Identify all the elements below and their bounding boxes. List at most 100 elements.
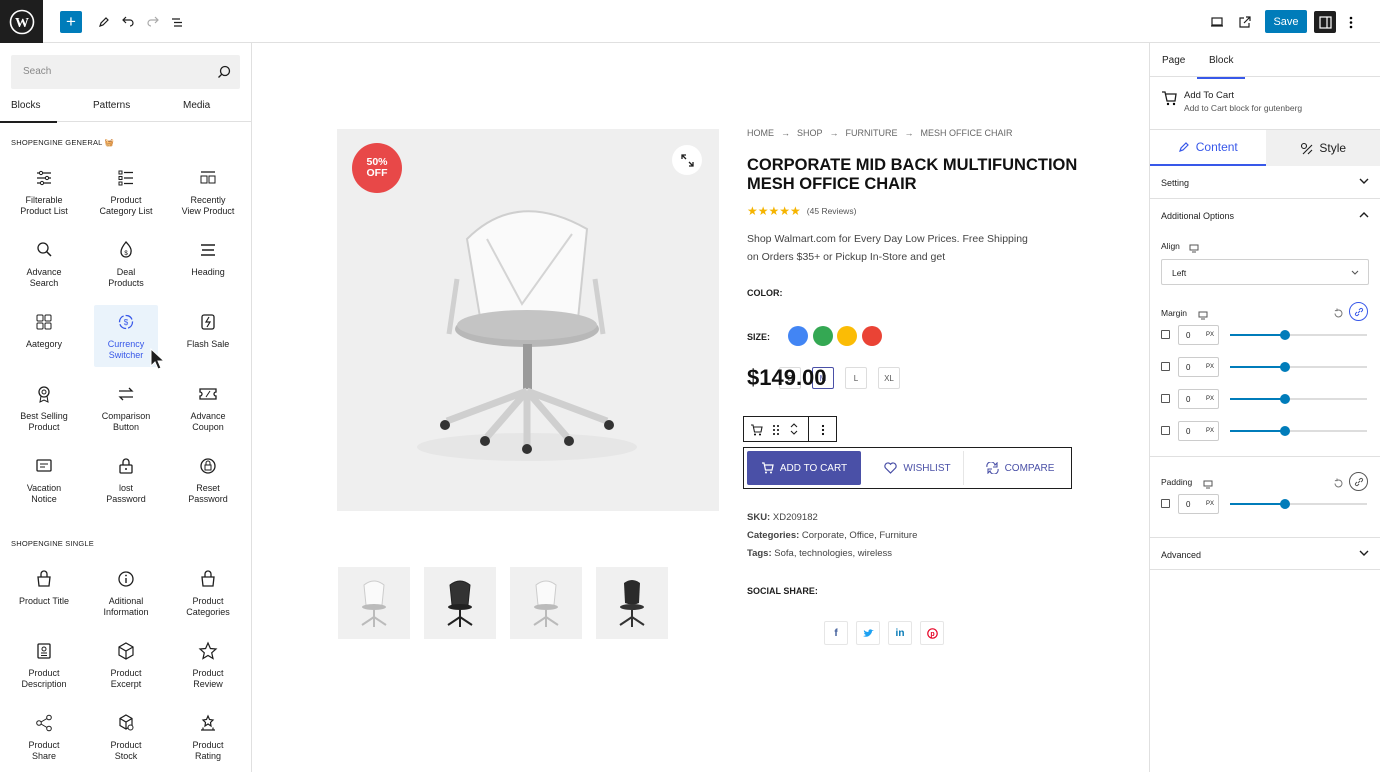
block-item-lost-password[interactable]: lost Password: [94, 449, 158, 511]
breadcrumb-home[interactable]: HOME: [747, 128, 774, 138]
margin-slider[interactable]: [1230, 330, 1367, 340]
search-icon[interactable]: [217, 65, 231, 79]
block-item-product-title[interactable]: Product Title: [12, 562, 76, 624]
margin-side-checkbox[interactable]: [1161, 362, 1170, 371]
reset-icon[interactable]: [1333, 306, 1344, 324]
settings-panel-icon[interactable]: [1314, 11, 1336, 33]
block-item-flash-sale[interactable]: Flash Sale: [176, 305, 240, 367]
slider-thumb[interactable]: [1279, 362, 1290, 372]
additional-options-toggle[interactable]: Additional Options: [1150, 199, 1380, 232]
block-item-filterable-product-list[interactable]: Filterable Product List: [12, 161, 76, 223]
block-item-product-categories[interactable]: Product Categories: [176, 562, 240, 624]
block-item-product-rating[interactable]: Product Rating: [176, 706, 240, 768]
tab-blocks[interactable]: Blocks: [0, 100, 59, 123]
block-item-comparison-button[interactable]: Comparison Button: [94, 377, 158, 439]
tab-block[interactable]: Block: [1196, 55, 1247, 79]
block-item-advance-search[interactable]: Advance Search: [12, 233, 76, 295]
gallery-thumb-2[interactable]: [424, 567, 496, 639]
block-item-product-review[interactable]: Product Review: [176, 634, 240, 696]
block-item-reset-password[interactable]: Reset Password: [176, 449, 240, 511]
block-item-deal-products[interactable]: $ Deal Products: [94, 233, 158, 295]
tags-value[interactable]: Sofa, technologies, wireless: [774, 548, 892, 559]
block-item-advance-coupon[interactable]: Advance Coupon: [176, 377, 240, 439]
redo-icon[interactable]: [141, 11, 163, 33]
block-item-product-category-list[interactable]: Product Category List: [94, 161, 158, 223]
margin-slider[interactable]: [1230, 394, 1367, 404]
slider-thumb[interactable]: [1279, 394, 1290, 404]
block-item-heading[interactable]: Heading: [176, 233, 240, 295]
link-values-icon[interactable]: [1349, 472, 1368, 491]
compare-button[interactable]: COMPARE: [974, 451, 1066, 485]
color-swatch[interactable]: [837, 326, 857, 346]
margin-side-checkbox[interactable]: [1161, 330, 1170, 339]
desktop-icon[interactable]: [1189, 240, 1199, 258]
color-swatch[interactable]: [788, 326, 808, 346]
drag-handle-icon[interactable]: [772, 423, 780, 441]
color-swatch[interactable]: [861, 326, 882, 346]
review-count[interactable]: (45 Reviews): [807, 206, 857, 216]
facebook-icon[interactable]: f: [824, 621, 848, 645]
slider-thumb[interactable]: [1279, 426, 1290, 436]
slider-thumb[interactable]: [1279, 330, 1290, 340]
edit-pencil-icon[interactable]: [93, 11, 115, 33]
block-item-currency-switcher[interactable]: $ Currency Switcher: [94, 305, 158, 367]
block-item-product-share[interactable]: Product Share: [12, 706, 76, 768]
wordpress-logo-icon[interactable]: W: [0, 0, 43, 43]
size-option-l[interactable]: L: [845, 367, 867, 389]
product-image[interactable]: [337, 129, 719, 511]
advanced-panel-toggle[interactable]: Advanced: [1150, 537, 1380, 570]
categories-value[interactable]: Corporate, Office, Furniture: [802, 530, 917, 541]
tab-patterns[interactable]: Patterns: [93, 100, 130, 111]
padding-checkbox[interactable]: [1161, 499, 1170, 508]
margin-input[interactable]: 0 PX: [1178, 389, 1219, 409]
block-item-aditional-information[interactable]: Aditional Information: [94, 562, 158, 624]
desktop-preview-icon[interactable]: [1206, 11, 1228, 33]
desktop-icon[interactable]: [1198, 307, 1208, 325]
undo-icon[interactable]: [117, 11, 139, 33]
margin-slider[interactable]: [1230, 426, 1367, 436]
add-to-cart-block[interactable]: ADD TO CART WISHLIST COMPARE: [743, 447, 1072, 489]
gallery-thumb-4[interactable]: [596, 567, 668, 639]
margin-input[interactable]: 0 PX: [1178, 357, 1219, 377]
link-values-icon[interactable]: [1349, 302, 1368, 321]
cart-block-icon[interactable]: [750, 423, 763, 441]
linkedin-icon[interactable]: in: [888, 621, 912, 645]
external-view-icon[interactable]: [1233, 11, 1255, 33]
tab-style[interactable]: Style: [1265, 130, 1380, 166]
pinterest-icon[interactable]: p p: [920, 621, 944, 645]
twitter-icon[interactable]: t: [856, 621, 880, 645]
breadcrumb-furniture[interactable]: FURNITURE: [846, 128, 898, 138]
slider-thumb[interactable]: [1279, 499, 1290, 509]
margin-input[interactable]: 0 PX: [1178, 325, 1219, 345]
color-swatch[interactable]: [812, 326, 833, 346]
margin-input[interactable]: 0 PX: [1178, 421, 1219, 441]
margin-side-checkbox[interactable]: [1161, 394, 1170, 403]
block-item-vacation-notice[interactable]: Vacation Notice: [12, 449, 76, 511]
more-options-icon[interactable]: [1340, 11, 1362, 33]
block-item-aategory[interactable]: Aategory: [12, 305, 76, 367]
tab-page[interactable]: Page: [1162, 55, 1185, 66]
add-block-button[interactable]: +: [60, 11, 82, 33]
setting-panel-toggle[interactable]: Setting: [1150, 166, 1380, 199]
desktop-icon[interactable]: [1203, 476, 1213, 494]
save-button[interactable]: Save: [1265, 10, 1307, 33]
block-item-best-selling-product[interactable]: Best Selling Product: [12, 377, 76, 439]
expand-icon[interactable]: [672, 145, 702, 175]
block-item-product-description[interactable]: Product Description: [12, 634, 76, 696]
block-item-product-excerpt[interactable]: Product Excerpt: [94, 634, 158, 696]
move-up-down-icon[interactable]: [789, 421, 799, 442]
padding-input[interactable]: 0 PX: [1178, 494, 1219, 514]
tab-content[interactable]: Content: [1150, 130, 1266, 166]
padding-slider[interactable]: [1230, 499, 1367, 509]
block-search-input[interactable]: Seach: [11, 55, 240, 89]
tab-media[interactable]: Media: [183, 100, 210, 111]
reset-icon[interactable]: [1333, 476, 1344, 494]
wishlist-button[interactable]: WISHLIST: [872, 451, 964, 485]
gallery-thumb-1[interactable]: [338, 567, 410, 639]
block-item-product-stock[interactable]: Product Stock: [94, 706, 158, 768]
breadcrumb-shop[interactable]: SHOP: [797, 128, 823, 138]
add-to-cart-button[interactable]: ADD TO CART: [747, 451, 861, 485]
block-options-icon[interactable]: [821, 423, 825, 441]
block-item-recently-view-product[interactable]: Recently View Product: [176, 161, 240, 223]
margin-slider[interactable]: [1230, 362, 1367, 372]
